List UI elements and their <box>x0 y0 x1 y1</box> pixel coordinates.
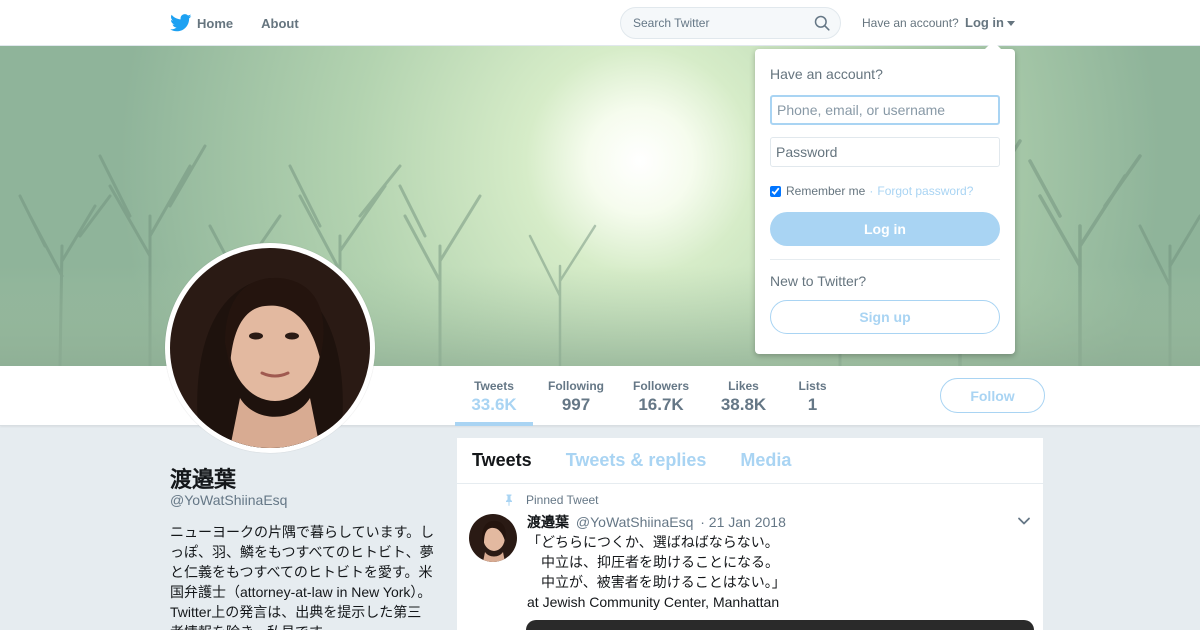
login-label: Log in <box>965 15 1004 30</box>
pinned-label: Pinned Tweet <box>526 493 599 507</box>
stat-lists-value: 1 <box>807 395 818 414</box>
stat-following[interactable]: Following 997 <box>540 366 612 426</box>
tab-tweets-replies[interactable]: Tweets & replies <box>566 450 707 471</box>
pinned-tweet[interactable]: Pinned Tweet 渡邉葉 @YoWatShiinaEsq · 21 Ja… <box>457 484 1043 630</box>
username-input[interactable] <box>770 95 1000 125</box>
have-account-text: Have an account? <box>862 16 959 30</box>
stat-likes-value: 38.8K <box>720 395 767 414</box>
remember-me-label[interactable]: Remember me <box>786 184 865 198</box>
profile-bio: ニューヨークの片隅で暮らしています。しっぽ、羽、鱗をもつすべてのヒトビト、夢と仁… <box>170 524 435 630</box>
new-to-twitter-text: New to Twitter? <box>770 273 867 289</box>
top-nav: Home About Have an account? Log in <box>0 0 1200 46</box>
tweet-media[interactable] <box>526 620 1034 630</box>
nav-home-link[interactable]: Home <box>170 0 233 46</box>
nav-left: Home About <box>170 0 327 46</box>
search-input[interactable] <box>633 16 814 30</box>
login-dropdown: Have an account? Remember me · Forgot pa… <box>755 41 1015 354</box>
chevron-down-icon[interactable] <box>1017 514 1031 528</box>
profile-handle[interactable]: @YoWatShiinaEsq <box>170 492 287 508</box>
stat-tweets[interactable]: Tweets 33.6K <box>455 366 533 426</box>
password-input[interactable] <box>770 137 1000 167</box>
follow-button[interactable]: Follow <box>940 378 1045 413</box>
tweet-date[interactable]: · 21 Jan 2018 <box>700 514 786 530</box>
stat-tweets-label: Tweets <box>474 379 514 393</box>
tab-media[interactable]: Media <box>740 450 791 471</box>
stat-lists[interactable]: Lists 1 <box>790 366 835 426</box>
tweet-avatar-photo <box>469 514 517 562</box>
search-icon[interactable] <box>814 15 830 31</box>
separator-dot: · <box>869 184 874 198</box>
stat-likes-label: Likes <box>728 379 759 393</box>
remember-row: Remember me · Forgot password? <box>770 184 973 198</box>
pinned-indicator: Pinned Tweet <box>503 493 599 507</box>
tweet-text: 「どちらにつくか、選ばねばならない。 中立は、抑圧者を助けることになる。 中立が… <box>527 534 786 610</box>
remember-me-checkbox[interactable] <box>770 185 781 197</box>
nav-about-link[interactable]: About <box>261 0 299 46</box>
profile-avatar[interactable] <box>165 243 375 453</box>
stat-followers[interactable]: Followers 16.7K <box>626 366 696 426</box>
login-dropdown-toggle[interactable]: Log in <box>965 15 1015 30</box>
timeline-card: Tweets Tweets & replies Media Pinned Twe… <box>456 437 1044 630</box>
stat-lists-label: Lists <box>798 379 827 393</box>
timeline-tabs: Tweets Tweets & replies Media <box>457 438 1043 484</box>
stat-tweets-value: 33.6K <box>471 395 517 414</box>
tab-tweets[interactable]: Tweets <box>472 450 532 471</box>
dropdown-title: Have an account? <box>770 66 883 82</box>
profile-name: 渡邉葉 <box>170 467 237 492</box>
search-box <box>620 7 841 39</box>
stat-following-label: Following <box>548 379 604 393</box>
tweet-author-handle[interactable]: @YoWatShiinaEsq <box>576 514 693 530</box>
avatar-photo <box>170 248 370 448</box>
signup-button[interactable]: Sign up <box>770 300 1000 334</box>
stat-followers-label: Followers <box>632 379 689 393</box>
stat-likes[interactable]: Likes 38.8K <box>712 366 775 426</box>
twitter-bird-icon <box>170 14 192 32</box>
tweet-author-name[interactable]: 渡邉葉 <box>527 514 569 530</box>
forgot-password-link[interactable]: Forgot password? <box>877 184 973 198</box>
caret-down-icon <box>1007 20 1015 26</box>
tweet-avatar[interactable] <box>469 514 517 562</box>
login-button[interactable]: Log in <box>770 212 1000 246</box>
tweet-header: 渡邉葉 @YoWatShiinaEsq · 21 Jan 2018 <box>527 512 786 532</box>
stat-following-value: 997 <box>561 395 591 414</box>
dropdown-divider <box>770 259 1000 260</box>
nav-home-label: Home <box>197 15 234 31</box>
pin-icon <box>506 494 512 506</box>
stat-followers-value: 16.7K <box>638 395 684 414</box>
